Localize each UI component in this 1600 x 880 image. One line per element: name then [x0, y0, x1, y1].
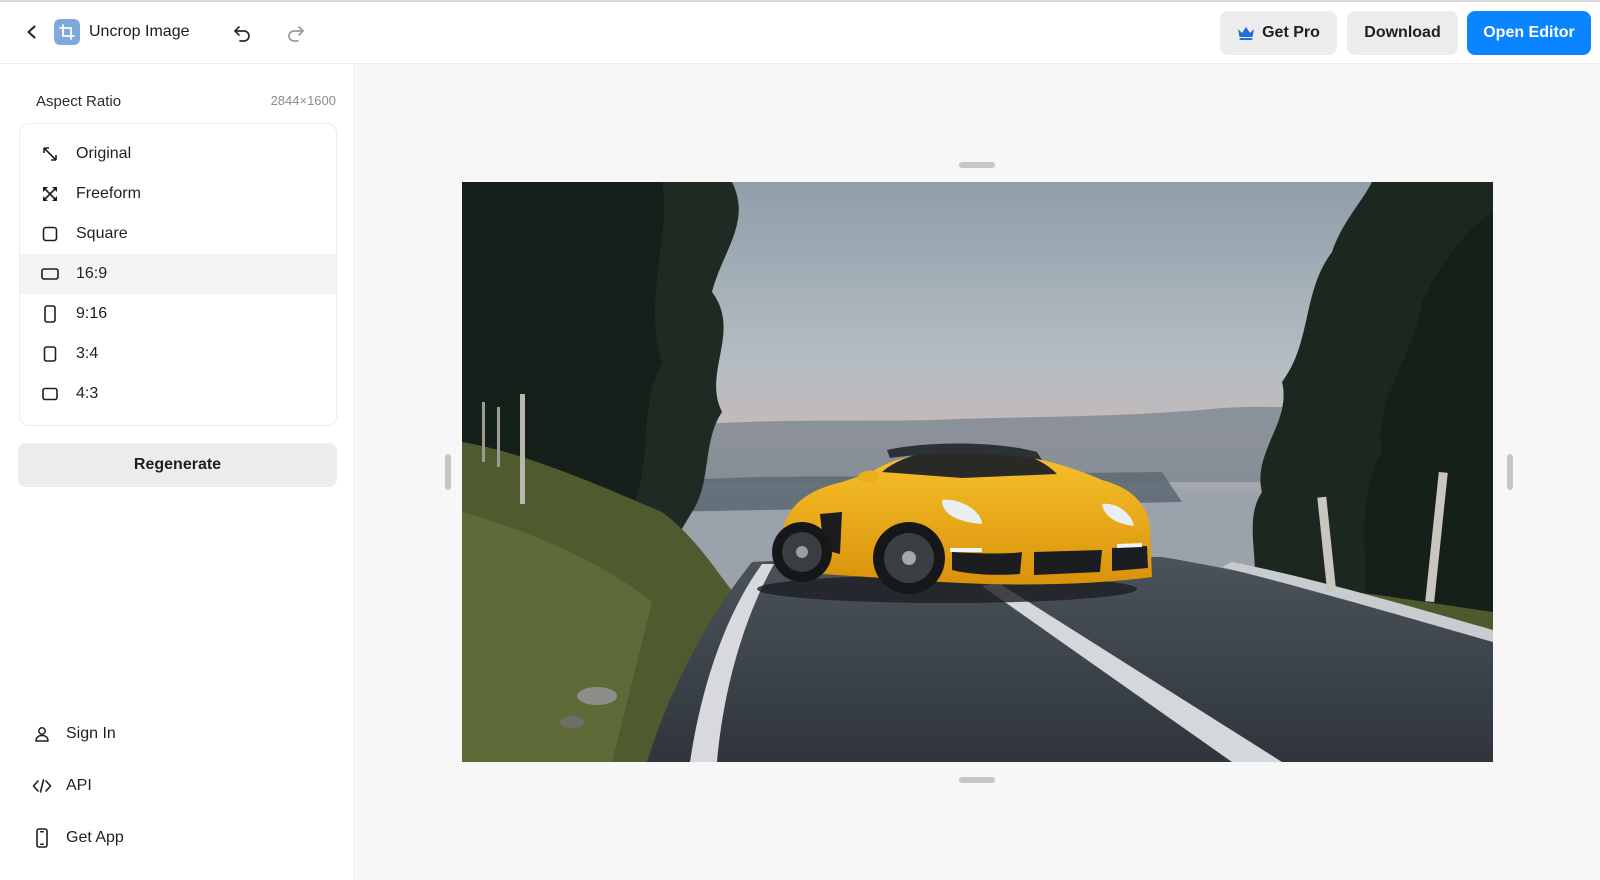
ratio-label: 4:3: [76, 385, 99, 402]
get-app-label: Get App: [66, 829, 124, 846]
resize-handle-bottom[interactable]: [959, 777, 995, 783]
resize-handle-right[interactable]: [1507, 454, 1513, 490]
crop-icon: [54, 19, 80, 45]
back-icon[interactable]: [20, 20, 44, 44]
ratio-label: Square: [76, 225, 128, 242]
ratio-3-4[interactable]: 3:4: [20, 334, 336, 374]
code-icon: [32, 776, 52, 796]
api-label: API: [66, 777, 92, 794]
get-app-link[interactable]: Get App: [32, 825, 124, 851]
landscape-rect-icon: [41, 265, 59, 283]
regenerate-button[interactable]: Regenerate: [18, 443, 337, 487]
crown-icon: [1237, 25, 1255, 41]
ratio-label: 16:9: [76, 265, 108, 282]
freeform-arrows-icon: [41, 185, 59, 203]
ratio-freeform[interactable]: Freeform: [20, 174, 336, 214]
portrait-rect-icon: [41, 345, 59, 363]
ratio-4-3[interactable]: 4:3: [20, 374, 336, 414]
ratio-9-16[interactable]: 9:16: [20, 294, 336, 334]
sidebar: Aspect Ratio 2844×1600 Original Freeform…: [0, 64, 355, 880]
image-dimensions: 2844×1600: [270, 93, 336, 108]
ratio-16-9[interactable]: 16:9: [20, 254, 336, 294]
ratio-original[interactable]: Original: [20, 134, 336, 174]
aspect-ratio-list: Original Freeform Square 16:9 9:16 3:4 4…: [19, 123, 337, 426]
square-icon: [41, 225, 59, 243]
car-photo: [462, 182, 1493, 762]
undo-icon[interactable]: [229, 20, 255, 46]
resize-handle-left[interactable]: [445, 454, 451, 490]
aspect-ratio-label: Aspect Ratio: [36, 93, 122, 110]
sign-in-label: Sign In: [66, 725, 116, 742]
app-title: Uncrop Image: [89, 23, 190, 40]
api-link[interactable]: API: [32, 773, 92, 799]
get-pro-label: Get Pro: [1262, 24, 1320, 41]
user-icon: [32, 724, 52, 744]
header: Uncrop Image Get Pro Download Open Edito…: [0, 2, 1600, 64]
sign-in-link[interactable]: Sign In: [32, 721, 116, 747]
landscape-rect-icon: [41, 385, 59, 403]
ratio-square[interactable]: Square: [20, 214, 336, 254]
ratio-label: Freeform: [76, 185, 141, 202]
ratio-label: 9:16: [76, 305, 108, 322]
get-pro-button[interactable]: Get Pro: [1220, 11, 1337, 55]
ratio-label: 3:4: [76, 345, 99, 362]
download-button[interactable]: Download: [1347, 11, 1458, 55]
image-canvas: [356, 64, 1600, 880]
redo-icon[interactable]: [283, 20, 309, 46]
portrait-rect-icon: [41, 305, 59, 323]
ratio-label: Original: [76, 145, 132, 162]
resize-handle-top[interactable]: [959, 162, 995, 168]
phone-icon: [32, 828, 52, 848]
open-editor-button[interactable]: Open Editor: [1467, 11, 1591, 55]
expand-diagonal-icon: [41, 145, 59, 163]
